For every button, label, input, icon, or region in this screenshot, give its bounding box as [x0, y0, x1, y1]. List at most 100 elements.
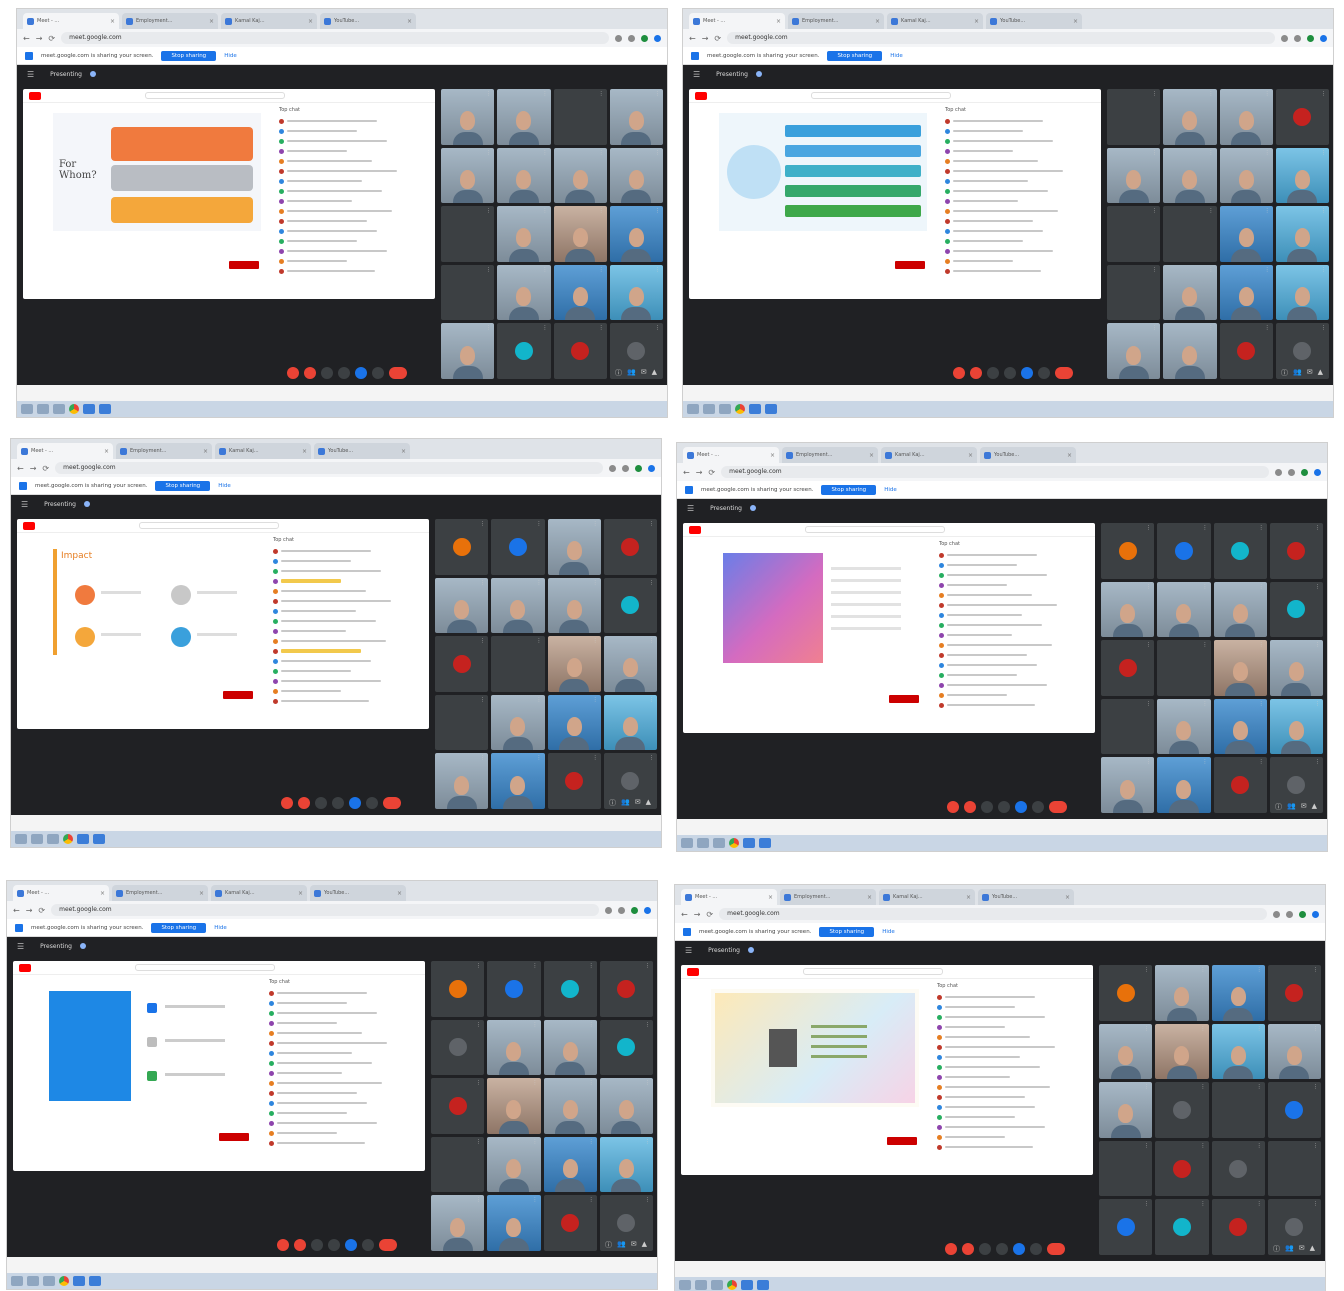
browser-tab[interactable]: Employment... × — [112, 885, 208, 901]
close-tab-icon[interactable]: × — [875, 18, 880, 25]
participant-tile[interactable]: ⋮ — [547, 636, 601, 692]
present-button[interactable] — [355, 367, 367, 379]
url-input[interactable]: meet.google.com — [721, 466, 1269, 478]
participant-tile[interactable]: ⋮ — [1211, 1140, 1265, 1197]
participant-tile[interactable]: ⋮ — [487, 961, 541, 1017]
present-button[interactable] — [349, 797, 361, 809]
browser-tab[interactable]: Employment... × — [782, 447, 878, 463]
youtube-search-input[interactable] — [135, 964, 275, 971]
extension-icon[interactable] — [635, 464, 642, 472]
back-icon[interactable]: ← — [23, 34, 30, 43]
extension-icon[interactable] — [648, 464, 655, 472]
browser-tab[interactable]: YouTube... × — [978, 889, 1074, 905]
present-button[interactable] — [1015, 801, 1027, 813]
mic-button[interactable] — [947, 801, 959, 813]
participant-tile[interactable]: ⋮ — [599, 1136, 653, 1193]
participant-tile[interactable]: ⋮ — [1099, 965, 1153, 1021]
menu-icon[interactable]: ☰ — [687, 504, 694, 513]
participant-tile[interactable]: ⋮ — [435, 519, 489, 575]
stop-sharing-button[interactable]: Stop sharing — [155, 480, 211, 491]
participant-tile[interactable]: ⋮ — [599, 961, 653, 1017]
close-tab-icon[interactable]: × — [209, 18, 214, 25]
participant-tile[interactable]: ⋮ — [543, 961, 597, 1017]
activities-icon[interactable]: ▲ — [646, 798, 651, 808]
close-tab-icon[interactable]: × — [199, 890, 204, 897]
folder-icon[interactable] — [719, 404, 731, 414]
close-tab-icon[interactable]: × — [768, 894, 773, 901]
close-tab-icon[interactable]: × — [770, 452, 775, 459]
participant-tile[interactable]: ⋮ — [441, 89, 495, 145]
participant-tile[interactable]: ⋮ — [1155, 1140, 1209, 1197]
hide-button[interactable]: Hide — [884, 487, 897, 493]
camera-button[interactable] — [964, 801, 976, 813]
back-icon[interactable]: ← — [681, 910, 688, 919]
browser-tab[interactable]: Kamal Kaj... × — [881, 447, 977, 463]
camera-button[interactable] — [294, 1239, 306, 1251]
extension-icon[interactable] — [1273, 910, 1280, 918]
video-player[interactable] — [711, 989, 919, 1107]
browser-tab[interactable]: YouTube... × — [310, 885, 406, 901]
captions-button[interactable] — [311, 1239, 323, 1251]
participant-tile[interactable]: ⋮ — [599, 1078, 653, 1134]
captions-button[interactable] — [979, 1243, 991, 1255]
info-icon[interactable]: ⓘ — [605, 1240, 612, 1250]
chrome-icon[interactable] — [735, 404, 745, 414]
activities-icon[interactable]: ▲ — [652, 368, 657, 378]
leave-call-button[interactable] — [389, 367, 407, 379]
participant-tile[interactable]: ⋮ — [609, 147, 663, 204]
close-tab-icon[interactable]: × — [110, 18, 115, 25]
close-tab-icon[interactable]: × — [974, 18, 979, 25]
folder-icon[interactable] — [43, 1276, 55, 1286]
app-icon[interactable] — [765, 404, 777, 414]
chat-icon[interactable]: ✉ — [1307, 368, 1313, 378]
extension-icon[interactable] — [605, 906, 612, 914]
leave-call-button[interactable] — [1055, 367, 1073, 379]
chrome-icon[interactable] — [63, 834, 73, 844]
participant-tile[interactable]: ⋮ — [1219, 147, 1273, 204]
raise-hand-button[interactable] — [998, 801, 1010, 813]
extension-icon[interactable] — [609, 464, 616, 472]
more-options-button[interactable] — [1032, 801, 1044, 813]
extension-icon[interactable] — [1299, 910, 1306, 918]
extension-icon[interactable] — [644, 906, 651, 914]
participant-tile[interactable]: ⋮ — [497, 264, 551, 321]
chat-icon[interactable]: ✉ — [641, 368, 647, 378]
participant-tile[interactable]: ⋮ — [1157, 640, 1211, 696]
close-tab-icon[interactable]: × — [1067, 452, 1072, 459]
participant-tile[interactable]: ⋮ — [431, 1136, 485, 1193]
close-tab-icon[interactable]: × — [308, 18, 313, 25]
app-icon[interactable] — [743, 838, 755, 848]
more-options-button[interactable] — [1038, 367, 1050, 379]
captions-button[interactable] — [987, 367, 999, 379]
people-icon[interactable]: 👥 — [617, 1240, 626, 1250]
participant-tile[interactable]: ⋮ — [1269, 581, 1323, 638]
reload-icon[interactable]: ⟳ — [706, 910, 713, 919]
hide-button[interactable]: Hide — [224, 53, 237, 59]
participant-tile[interactable]: ⋮ — [603, 519, 657, 575]
people-icon[interactable]: 👥 — [627, 368, 636, 378]
participant-tile[interactable]: ⋮ — [1163, 264, 1217, 321]
raise-hand-button[interactable] — [338, 367, 350, 379]
chat-icon[interactable]: ✉ — [631, 1240, 637, 1250]
leave-call-button[interactable] — [379, 1239, 397, 1251]
start-icon[interactable] — [679, 1280, 691, 1290]
folder-icon[interactable] — [47, 834, 59, 844]
participant-tile[interactable]: ⋮ — [1157, 698, 1211, 755]
close-tab-icon[interactable]: × — [203, 448, 208, 455]
more-options-button[interactable] — [1030, 1243, 1042, 1255]
close-tab-icon[interactable]: × — [407, 18, 412, 25]
close-tab-icon[interactable]: × — [401, 448, 406, 455]
chrome-icon[interactable] — [69, 404, 79, 414]
camera-button[interactable] — [298, 797, 310, 809]
participant-tile[interactable]: ⋮ — [609, 206, 663, 262]
browser-tab[interactable]: Meet - ... × — [23, 13, 119, 29]
browser-tab[interactable]: YouTube... × — [986, 13, 1082, 29]
browser-tab[interactable]: Meet - ... × — [13, 885, 109, 901]
participant-tile[interactable]: ⋮ — [1275, 206, 1329, 262]
participant-tile[interactable]: ⋮ — [1107, 264, 1161, 321]
participant-tile[interactable]: ⋮ — [441, 264, 495, 321]
browser-tab[interactable]: YouTube... × — [314, 443, 410, 459]
participant-tile[interactable]: ⋮ — [1275, 147, 1329, 204]
camera-button[interactable] — [962, 1243, 974, 1255]
extension-icon[interactable] — [1312, 910, 1319, 918]
